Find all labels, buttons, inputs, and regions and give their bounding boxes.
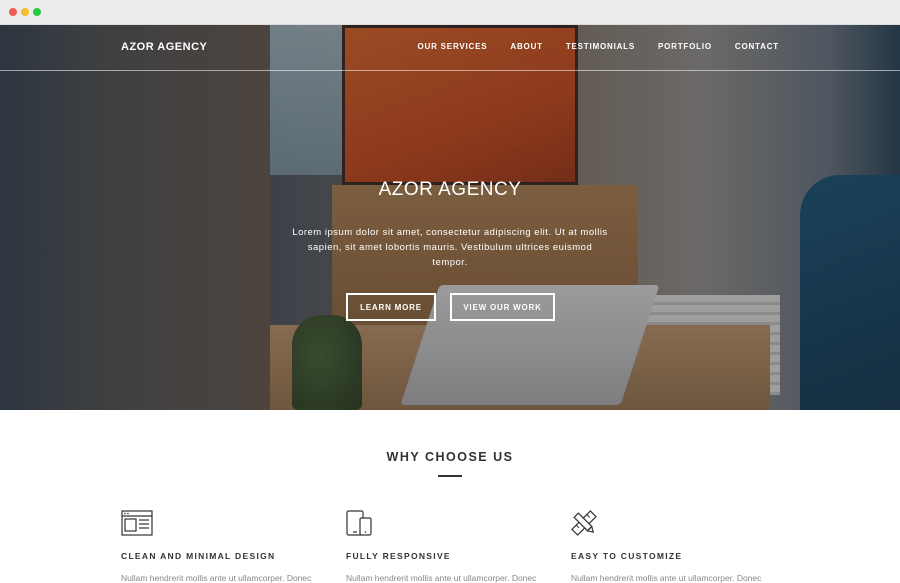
- section-divider: [438, 475, 462, 477]
- close-window-button[interactable]: [9, 8, 17, 16]
- feature-text: Nullam hendrerit mollis ante ut ullamcor…: [571, 573, 762, 583]
- maximize-window-button[interactable]: [33, 8, 41, 16]
- brand-logo[interactable]: AZOR AGENCY: [121, 41, 207, 53]
- top-navigation: AZOR AGENCY OUR SERVICES ABOUT TESTIMONI…: [0, 25, 900, 71]
- why-choose-us-heading: WHY CHOOSE US: [386, 450, 514, 464]
- minimize-window-button[interactable]: [21, 8, 29, 16]
- feature-text: Nullam hendrerit mollis ante ut ullamcor…: [121, 573, 312, 583]
- nav-link-contact[interactable]: CONTACT: [735, 42, 779, 51]
- nav-link-portfolio[interactable]: PORTFOLIO: [658, 42, 712, 51]
- devices-icon: [346, 510, 372, 536]
- view-our-work-button[interactable]: VIEW OUR WORK: [450, 293, 555, 321]
- feature-customize: EASY TO CUSTOMIZE Nullam hendrerit molli…: [571, 510, 771, 583]
- nav-link-our-services[interactable]: OUR SERVICES: [417, 42, 487, 51]
- feature-text: Nullam hendrerit mollis ante ut ullamcor…: [346, 573, 537, 583]
- hero-section: AZOR AGENCY OUR SERVICES ABOUT TESTIMONI…: [0, 25, 900, 410]
- feature-responsive: FULLY RESPONSIVE Nullam hendrerit mollis…: [346, 510, 546, 583]
- browser-chrome: [0, 0, 900, 25]
- feature-title: CLEAN AND MINIMAL DESIGN: [121, 551, 276, 561]
- feature-clean-design: CLEAN AND MINIMAL DESIGN Nullam hendreri…: [121, 510, 321, 583]
- nav-link-testimonials[interactable]: TESTIMONIALS: [566, 42, 635, 51]
- hero-title: AZOR AGENCY: [378, 179, 522, 200]
- hero-description: Lorem ipsum dolor sit amet, consectetur …: [292, 227, 608, 268]
- nav-menu: OUR SERVICES ABOUT TESTIMONIALS PORTFOLI…: [394, 42, 779, 51]
- layout-icon: [121, 510, 153, 536]
- feature-title: FULLY RESPONSIVE: [346, 551, 451, 561]
- learn-more-button[interactable]: LEARN MORE: [346, 293, 436, 321]
- hero-overlay: [0, 25, 900, 410]
- pencil-ruler-icon: [571, 510, 597, 536]
- feature-title: EASY TO CUSTOMIZE: [571, 551, 683, 561]
- nav-link-about[interactable]: ABOUT: [510, 42, 542, 51]
